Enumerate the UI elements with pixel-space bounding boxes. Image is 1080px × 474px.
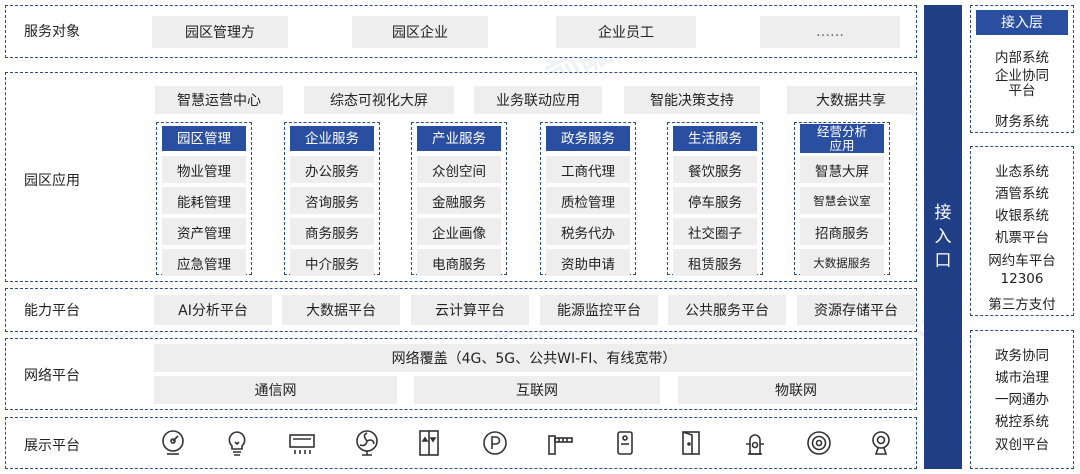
hydrant-icon [740, 428, 770, 458]
app-column-item: 企业画像 [417, 218, 501, 245]
app-column-item: 工商代理 [546, 156, 630, 183]
app-column-item: 餐饮服务 [673, 156, 757, 183]
business-system-item: 12306 [1000, 271, 1044, 287]
access-port-char: 入 [934, 227, 952, 247]
app-column-head: 产业服务 [417, 126, 501, 151]
app-column-item: 停车服务 [673, 187, 757, 214]
app-column-item: 电商服务 [417, 249, 501, 276]
app-column-item: 资助申请 [546, 249, 630, 276]
network-label: 网络平台 [24, 368, 80, 384]
app-column-item: 质检管理 [546, 187, 630, 214]
capability-item: 能源监控平台 [540, 295, 658, 325]
service-target-item: 园区管理方 [152, 16, 288, 48]
service-target-item: 园区企业 [352, 16, 488, 48]
elevator-icon [414, 428, 444, 458]
app-column-item: 招商服务 [800, 218, 884, 245]
capability-item: 公共服务平台 [668, 295, 786, 325]
business-system-item: 收银系统 [995, 208, 1049, 224]
access-port-char: 口 [934, 251, 952, 271]
park-top-item: 综态可视化大屏 [304, 86, 454, 114]
app-column-head: 生活服务 [673, 126, 757, 151]
capability-item: 云计算平台 [411, 295, 529, 325]
gov-system-item: 双创平台 [995, 437, 1049, 453]
app-column-item: 中介服务 [290, 249, 374, 276]
access-port-bar: 接 入 口 [924, 5, 962, 469]
app-column-item: 办公服务 [290, 156, 374, 183]
gov-system-item: 税控系统 [995, 414, 1049, 430]
app-column-item: 大数据服务 [800, 249, 884, 276]
app-column-item: 咨询服务 [290, 187, 374, 214]
camera-icon [866, 428, 896, 458]
network-item: 物联网 [678, 376, 914, 404]
network-coverage: 网络覆盖（4G、5G、公共WI-FI、有线宽带） [154, 344, 914, 372]
air-conditioner-icon [287, 428, 317, 458]
app-column-head: 园区管理 [162, 126, 246, 151]
business-system-item: 机票平台 [995, 230, 1049, 246]
app-column-item: 能耗管理 [162, 187, 246, 214]
app-column-item: 租赁服务 [673, 249, 757, 276]
access-port-char: 接 [934, 203, 952, 223]
capability-label: 能力平台 [24, 303, 80, 319]
app-column-head: 经营分析 应用 [800, 124, 884, 153]
access-layer-item: 内部系统 [995, 50, 1049, 66]
gov-system-item: 政务协同 [995, 348, 1049, 364]
smoke-detector-icon [804, 428, 834, 458]
fan-icon [352, 428, 382, 458]
service-target-label: 服务对象 [24, 24, 80, 40]
network-item: 通信网 [154, 376, 397, 404]
door-lock-icon [610, 428, 640, 458]
service-target-item: …… [760, 16, 900, 48]
gauge-icon [158, 428, 188, 458]
network-item: 互联网 [414, 376, 660, 404]
capability-item: 资源存储平台 [797, 295, 915, 325]
business-system-item: 酒管系统 [995, 186, 1049, 202]
display-panel [5, 417, 917, 469]
app-column-item: 应急管理 [162, 249, 246, 276]
capability-item: AI分析平台 [154, 295, 272, 325]
door-icon [676, 428, 706, 458]
app-column-item: 商务服务 [290, 218, 374, 245]
app-column-item: 资产管理 [162, 218, 246, 245]
business-system-item: 业态系统 [995, 164, 1049, 180]
app-column-item: 金融服务 [417, 187, 501, 214]
app-column-head: 企业服务 [290, 126, 374, 151]
gov-system-item: 城市治理 [995, 370, 1049, 386]
access-layer-item: 企业协同 平台 [995, 68, 1049, 99]
display-label: 展示平台 [24, 438, 80, 454]
barrier-gate-icon [545, 428, 575, 458]
lightbulb-icon [222, 428, 252, 458]
park-top-item: 大数据共享 [787, 86, 915, 114]
app-column-item: 税务代办 [546, 218, 630, 245]
park-top-item: 智慧运营中心 [155, 86, 283, 114]
parking-icon [480, 428, 510, 458]
app-column-item: 智慧会议室 [800, 187, 884, 214]
app-column-item: 社交圈子 [673, 218, 757, 245]
business-system-item: 网约车平台 [988, 253, 1056, 269]
capability-item: 大数据平台 [282, 295, 400, 325]
business-system-item: 第三方支付 [988, 297, 1056, 313]
app-column-item: 智慧大屏 [800, 156, 884, 183]
service-target-item: 企业员工 [556, 16, 696, 48]
access-layer-item: 财务系统 [995, 114, 1049, 130]
park-top-item: 智能决策支持 [624, 86, 760, 114]
app-column-head: 政务服务 [546, 126, 630, 151]
access-layer-head: 接入层 [976, 10, 1068, 35]
app-column-item: 物业管理 [162, 156, 246, 183]
app-column-item: 众创空间 [417, 156, 501, 183]
park-top-item: 业务联动应用 [474, 86, 602, 114]
park-apps-label: 园区应用 [24, 173, 80, 189]
gov-system-item: 一网通办 [995, 392, 1049, 408]
